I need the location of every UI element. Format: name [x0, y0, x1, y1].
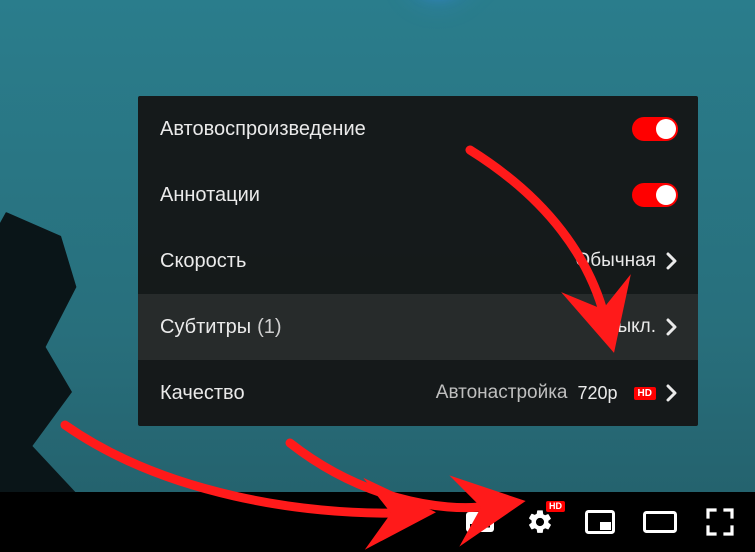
chevron-right-icon — [666, 252, 678, 270]
settings-row-subtitles[interactable]: Субтитры (1) Выкл. — [138, 294, 698, 360]
miniplayer-icon[interactable] — [583, 505, 617, 539]
quality-detail: 720p — [578, 383, 618, 404]
autoplay-toggle[interactable] — [632, 117, 678, 141]
subtitles-value: Выкл. — [605, 316, 656, 338]
settings-row-quality[interactable]: Качество Автонастройка 720p HD — [138, 360, 698, 426]
fullscreen-icon[interactable] — [703, 505, 737, 539]
speed-label: Скорость — [160, 250, 246, 273]
quality-value: Автонастройка — [436, 382, 568, 404]
chevron-right-icon — [666, 318, 678, 336]
speed-value: Обычная — [575, 250, 656, 272]
subtitles-icon[interactable] — [463, 505, 497, 539]
player-controls-bar: HD — [0, 492, 755, 552]
settings-hd-badge: HD — [546, 501, 565, 512]
annotations-toggle[interactable] — [632, 183, 678, 207]
video-silhouette — [0, 212, 160, 512]
settings-panel: Автовоспроизведение Аннотации Скорость О… — [138, 96, 698, 426]
settings-row-speed[interactable]: Скорость Обычная — [138, 228, 698, 294]
chevron-right-icon — [666, 384, 678, 402]
settings-gear-icon[interactable]: HD — [523, 505, 557, 539]
annotations-label: Аннотации — [160, 184, 260, 207]
autoplay-label: Автовоспроизведение — [160, 118, 366, 141]
theater-mode-icon[interactable] — [643, 505, 677, 539]
settings-row-autoplay[interactable]: Автовоспроизведение — [138, 96, 698, 162]
subtitles-label: Субтитры — [160, 316, 251, 339]
hd-badge: HD — [634, 387, 656, 400]
subtitles-count: (1) — [257, 316, 281, 339]
settings-row-annotations[interactable]: Аннотации — [138, 162, 698, 228]
quality-label: Качество — [160, 382, 245, 405]
